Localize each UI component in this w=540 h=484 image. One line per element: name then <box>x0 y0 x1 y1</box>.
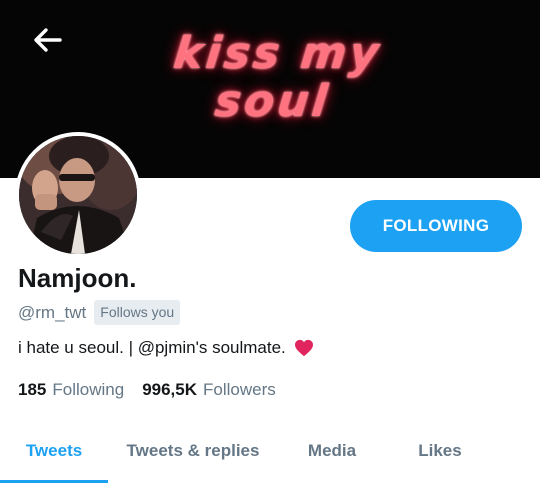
display-name: Namjoon. <box>18 263 137 293</box>
profile-tabs: Tweets Tweets & replies Media Likes <box>0 420 540 482</box>
follows-you-badge: Follows you <box>94 300 181 325</box>
bio-text: i hate u seoul. | @pjmin's soulmate. <box>18 338 286 357</box>
banner-text: kiss my soul <box>155 28 395 127</box>
banner-text-line-1: kiss my <box>171 28 385 79</box>
following-label[interactable]: Following <box>52 380 124 400</box>
arrow-left-icon <box>34 28 62 52</box>
tab-likes[interactable]: Likes <box>386 420 494 482</box>
back-button[interactable] <box>30 24 66 56</box>
active-tab-indicator <box>0 480 108 483</box>
handle-row: @rm_twt Follows you <box>18 300 181 325</box>
avatar[interactable] <box>15 132 141 258</box>
avatar-photo <box>19 136 137 254</box>
following-button[interactable]: FOLLOWING <box>350 200 522 252</box>
heart-icon <box>294 339 313 357</box>
followers-count[interactable]: 996,5K <box>142 380 197 400</box>
profile-stats: 185 Following 996,5K Followers <box>18 380 276 400</box>
tab-tweets[interactable]: Tweets <box>0 420 108 482</box>
banner-text-line-2: soul <box>212 76 333 127</box>
followers-label[interactable]: Followers <box>203 380 276 400</box>
following-count[interactable]: 185 <box>18 380 46 400</box>
tab-tweets-and-replies[interactable]: Tweets & replies <box>108 420 278 482</box>
profile-bio: i hate u seoul. | @pjmin's soulmate. <box>18 338 314 358</box>
tab-media[interactable]: Media <box>278 420 386 482</box>
user-handle: @rm_twt <box>18 302 87 322</box>
